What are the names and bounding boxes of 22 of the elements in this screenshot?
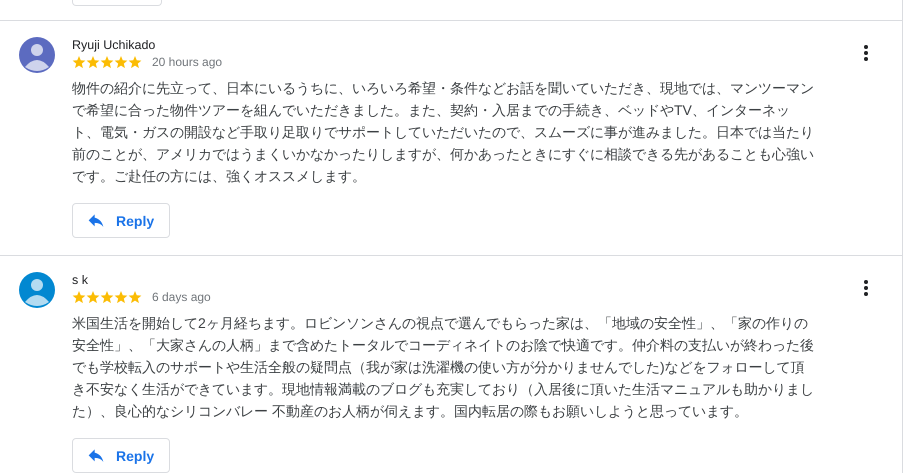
star-icon — [114, 290, 128, 304]
star-icon — [72, 56, 86, 68]
star-icon — [128, 56, 142, 68]
author-name: s k — [72, 273, 89, 287]
reply-icon — [88, 448, 104, 462]
reply-icon — [88, 214, 104, 228]
star-icon — [100, 290, 114, 304]
star-icon — [128, 290, 142, 304]
more-options-icon[interactable] — [864, 45, 868, 61]
review-time: 6 days ago — [152, 290, 211, 304]
reply-button[interactable]: Reply — [72, 203, 170, 238]
reply-button[interactable]: Reply — [72, 438, 170, 473]
review-text: 米国生活を開始して2ヶ月経ちます。ロビンソンさんの視点で選んでもらった家は、「地域の安全性」、「家の作りの安全性」、「大家さんの人柄」まで含めたトータルでコーディネイトのお陰で快適です。仲介料の支払いが終わった後でも学校転入のサポートや生活全般の疑問点（我が家は洗濯機の使い方が分かりませんでした)などをフォローして頂き不安なく生活ができています。現地情報満載のブログも充実しており（入居後に頂いた生活マニュアルも助かりました）、良心的なシリコンバレー 不動産のお人柄が伺えます。国内転居の際もお願いしようと思っています。 — [72, 314, 815, 421]
star-icon — [100, 56, 114, 68]
star-icon — [72, 290, 86, 304]
star-icon — [114, 56, 128, 68]
star-icon — [86, 290, 100, 304]
more-options-icon[interactable] — [864, 280, 868, 296]
review-text: 物件の紹介に先立って、日本にいるうちに、いろいろ希望・条件などお話を聞いていただき、現地では、マンツーマンで希望に合った物件ツアーを組んでいただきました。また、契約・入居までの手続き、ベッドやTV、インターネット、電気・ガスの開設など手取り足取りでサポートしていただいたので、スムーズに事が進みました。日本では当たり前のことが、アメリカではうまくいかなかったりしますが、何かあったときにすぐに相談できる先があることも心強いです。ご赴任の方には、強くオススメします。 — [72, 79, 815, 186]
star-icon — [86, 56, 100, 68]
review-time: 20 hours ago — [152, 55, 222, 69]
author-name: Ryuji Uchikado — [72, 38, 156, 52]
